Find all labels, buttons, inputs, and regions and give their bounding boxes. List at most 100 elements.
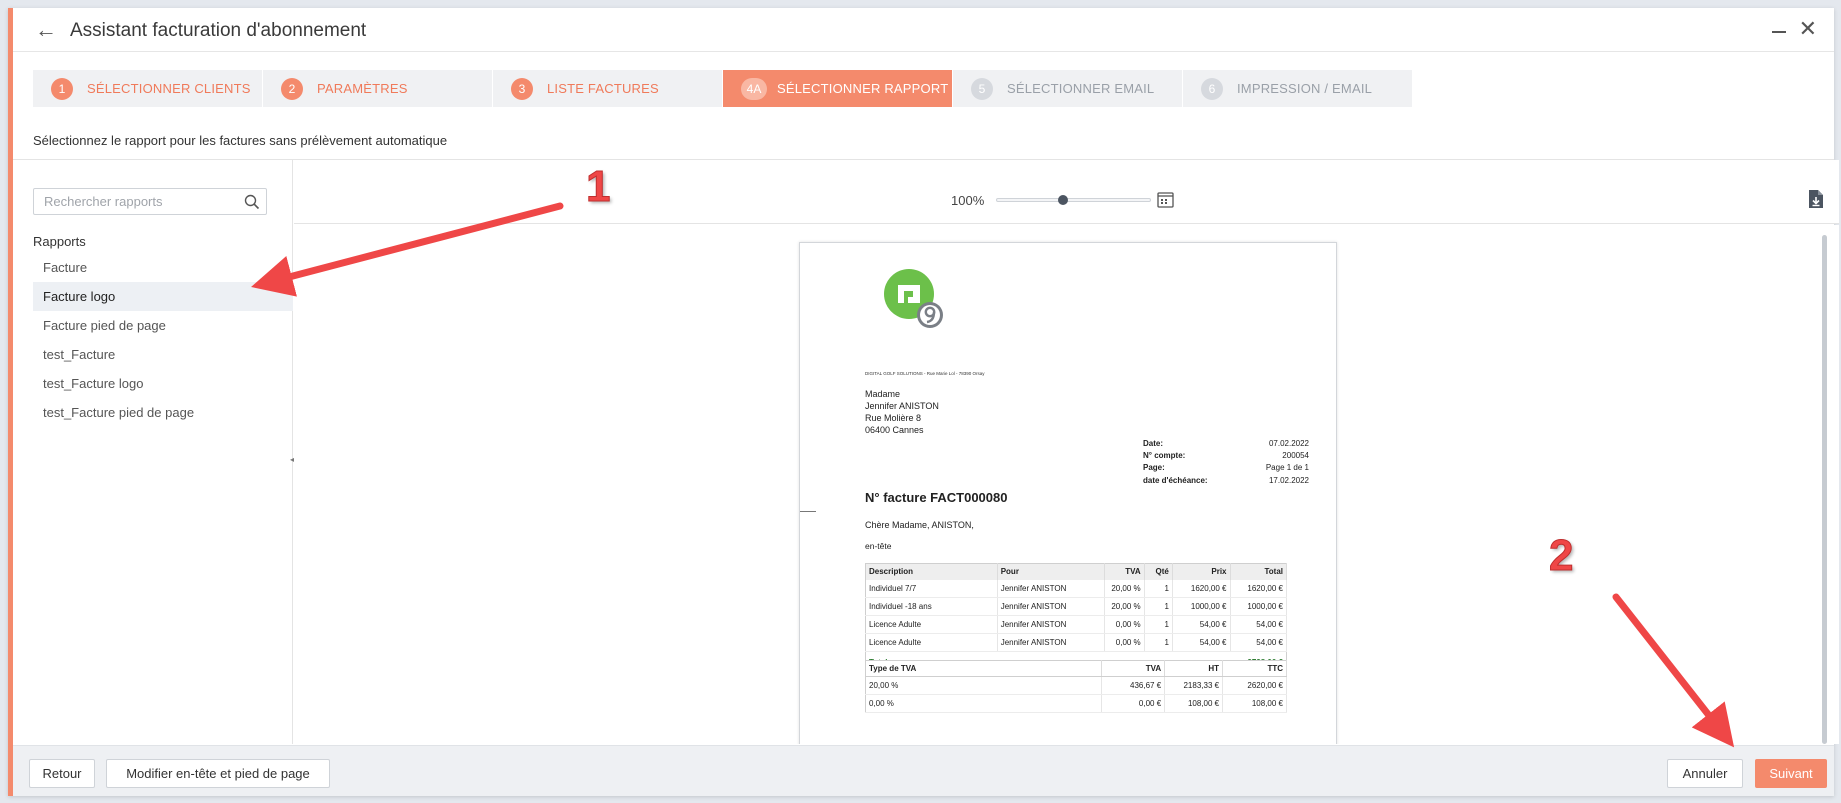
report-item-test-facture[interactable]: test_Facture	[33, 340, 293, 369]
meta-row: Page: Page 1 de 1	[1143, 462, 1309, 474]
report-sidebar: Rapports Facture Facture logo Facture pi…	[13, 160, 296, 744]
sender-line: DIGITAL GOLF SOLUTIONS - Rue Marie Lol -…	[865, 371, 985, 376]
table-cell: Licence Adulte	[865, 633, 998, 652]
minimize-icon[interactable]	[1769, 19, 1789, 41]
step-number: 5	[971, 77, 993, 100]
table-row: Licence Adulte Jennifer ANISTON 0,00 % 1…	[865, 615, 1287, 634]
report-item-facture[interactable]: Facture	[33, 253, 293, 282]
meta-row: N° compte: 200054	[1143, 450, 1309, 462]
table-row: 0,00 % 0,00 € 108,00 € 108,00 €	[865, 694, 1287, 713]
fit-page-icon[interactable]	[1157, 191, 1174, 208]
meta-value: 17.02.2022	[1268, 475, 1309, 485]
window-title: Assistant facturation d'abonnement	[70, 20, 367, 41]
table-row: Licence Adulte Jennifer ANISTON 0,00 % 1…	[865, 633, 1287, 652]
invoice-items-table: Description Pour TVA Qté Prix Total Indi…	[865, 563, 1287, 674]
wizard-window: ← Assistant facturation d'abonnement ✕ 1…	[8, 8, 1839, 796]
table-cell: Jennifer ANISTON	[997, 579, 1105, 598]
table-cell: Jennifer ANISTON	[997, 633, 1105, 652]
report-item-facture-logo[interactable]: Facture logo	[33, 282, 293, 311]
table-cell: 20,00 %	[1104, 579, 1145, 598]
step-number: 1	[51, 77, 73, 100]
recipient-address: Madame Jennifer ANISTON Rue Molière 8 06…	[865, 388, 939, 436]
table-cell: 108,00 €	[1164, 694, 1224, 713]
table-cell: 2183,33 €	[1164, 676, 1224, 695]
back-button[interactable]: Retour	[29, 759, 95, 788]
step-number: 6	[1201, 77, 1223, 100]
table-header-row: Description Pour TVA Qté Prix Total	[865, 563, 1287, 580]
cancel-button[interactable]: Annuler	[1667, 759, 1743, 788]
step-select-email: 5 SÉLECTIONNER EMAIL	[953, 70, 1183, 107]
table-cell: 20,00 %	[1104, 597, 1145, 616]
report-search-input[interactable]	[34, 189, 239, 214]
step-label: SÉLECTIONNER CLIENTS	[87, 81, 251, 96]
table-cell: Individuel 7/7	[865, 579, 998, 598]
table-cell: 1	[1144, 615, 1173, 634]
step-number: 2	[281, 77, 303, 100]
step-select-clients[interactable]: 1 SÉLECTIONNER CLIENTS	[33, 70, 263, 107]
reports-section-title: Rapports	[33, 234, 86, 249]
table-cell: 1	[1144, 579, 1173, 598]
table-cell: Jennifer ANISTON	[997, 597, 1105, 616]
report-item-facture-pied-de-page[interactable]: Facture pied de page	[33, 311, 293, 340]
column-header: HT	[1164, 660, 1224, 677]
table-cell: 1620,00 €	[1230, 579, 1287, 598]
table-cell: 1000,00 €	[1172, 597, 1231, 616]
annotation-number-2: 2	[1548, 531, 1574, 581]
table-cell: 1000,00 €	[1230, 597, 1287, 616]
step-label: PARAMÈTRES	[317, 81, 408, 96]
table-cell: 2620,00 €	[1222, 676, 1287, 695]
table-cell: 1	[1144, 633, 1173, 652]
report-preview[interactable]: DIGITAL GOLF SOLUTIONS - Rue Marie Lol -…	[294, 225, 1839, 744]
edit-header-footer-button[interactable]: Modifier en-tête et pied de page	[106, 759, 330, 788]
preview-toolbar: 100%	[294, 160, 1839, 224]
column-header: TVA	[1104, 563, 1145, 580]
title-bar: ← Assistant facturation d'abonnement ✕	[13, 8, 1834, 52]
meta-key: Page:	[1143, 463, 1165, 473]
step-parameters[interactable]: 2 PARAMÈTRES	[263, 70, 493, 107]
back-arrow-icon[interactable]: ←	[35, 19, 59, 43]
table-cell: 54,00 €	[1172, 633, 1231, 652]
column-header: Pour	[997, 563, 1105, 580]
step-label: IMPRESSION / EMAIL	[1237, 81, 1373, 96]
table-row: 20,00 % 436,67 € 2183,33 € 2620,00 €	[865, 676, 1287, 695]
search-icon[interactable]	[244, 194, 260, 210]
zoom-slider[interactable]	[996, 195, 1151, 205]
step-label: SÉLECTIONNER RAPPORT	[777, 81, 949, 96]
column-header: Total	[1230, 563, 1287, 580]
table-cell: 0,00 %	[1104, 633, 1145, 652]
header-text: en-tête	[865, 541, 892, 551]
zoom-level: 100%	[951, 193, 985, 208]
column-header: Prix	[1172, 563, 1231, 580]
table-cell: 54,00 €	[1230, 615, 1287, 634]
table-cell: Individuel -18 ans	[865, 597, 998, 616]
zoom-slider-thumb[interactable]	[1057, 195, 1068, 205]
report-item-test-facture-logo[interactable]: test_Facture logo	[33, 369, 293, 398]
meta-value: 200054	[1282, 451, 1309, 461]
preview-scrollbar[interactable]	[1822, 235, 1827, 744]
invoice-meta: Date: 07.02.2022 N° compte: 200054 Page: Pa…	[1143, 438, 1309, 487]
table-cell: 0,00 %	[865, 694, 1103, 713]
meta-key: date d'échéance:	[1143, 475, 1208, 485]
step-number: 4A	[741, 77, 767, 100]
meta-value: 07.02.2022	[1268, 439, 1309, 448]
meta-key: N° compte:	[1143, 451, 1186, 461]
table-cell: 108,00 €	[1222, 694, 1287, 713]
meta-row: Date: 07.02.2022	[1143, 438, 1309, 450]
download-icon[interactable]	[1807, 189, 1825, 209]
next-button[interactable]: Suivant	[1755, 759, 1827, 788]
table-cell: 436,67 €	[1101, 676, 1166, 695]
step-invoice-list[interactable]: 3 LISTE FACTURES	[493, 70, 723, 107]
table-cell: 54,00 €	[1172, 615, 1231, 634]
meta-row: date d'échéance: 17.02.2022	[1143, 475, 1309, 487]
wizard-footer: Retour Modifier en-tête et pied de page …	[13, 745, 1834, 796]
step-select-report[interactable]: 4A SÉLECTIONNER RAPPORT	[723, 70, 953, 107]
table-cell: 54,00 €	[1230, 633, 1287, 652]
report-item-test-facture-pied-de-page[interactable]: test_Facture pied de page	[33, 398, 293, 427]
fold-mark	[800, 511, 816, 512]
close-icon[interactable]: ✕	[1799, 18, 1817, 40]
table-row: Individuel 7/7 Jennifer ANISTON 20,00 % …	[865, 579, 1287, 598]
page-subtitle: Sélectionnez le rapport pour les facture…	[33, 133, 448, 148]
step-number: 3	[511, 77, 533, 100]
step-label: LISTE FACTURES	[547, 81, 659, 96]
company-logo	[884, 269, 943, 328]
